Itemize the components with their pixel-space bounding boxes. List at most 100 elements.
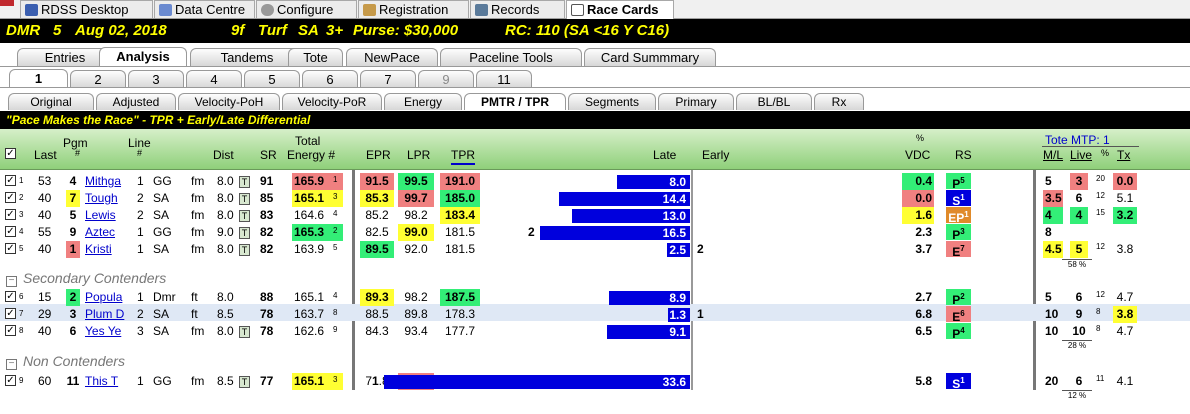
col-dist[interactable]: Dist (213, 148, 234, 162)
menu-icon[interactable] (0, 0, 14, 6)
section-secondary[interactable]: − Secondary Contenders (6, 270, 166, 287)
vdc-value: 3.7 (915, 242, 932, 256)
col-sr[interactable]: SR (260, 148, 277, 162)
row-index: 7 (19, 309, 24, 318)
turf-marker: T (239, 244, 250, 256)
col-epr[interactable]: EPR (366, 148, 391, 162)
tpr-value: 185.0 (440, 190, 480, 207)
row-checkbox[interactable]: ✓ (5, 175, 16, 186)
collapse-icon[interactable]: − (6, 359, 17, 370)
tab-horse-5[interactable]: 5 (244, 70, 300, 88)
row-checkbox[interactable]: ✓ (5, 209, 16, 220)
section-non-contenders[interactable]: − Non Contenders (6, 353, 125, 370)
morning-line-odds: 10 (1045, 307, 1059, 321)
select-all-checkbox[interactable]: ✓ (5, 148, 16, 159)
late-early-bar: 2.5 (667, 243, 690, 257)
tab-paceline-tools[interactable]: Paceline Tools (440, 48, 582, 66)
tab-pmtr-tpr[interactable]: PMTR / TPR (464, 93, 566, 110)
tab-records[interactable]: Records (470, 0, 565, 18)
tab-analysis[interactable]: Analysis (99, 47, 187, 66)
col-late[interactable]: Late (653, 148, 676, 162)
tab-energy[interactable]: Energy (384, 93, 462, 110)
epr-value: 84.3 (365, 324, 389, 338)
horse-name-link[interactable]: This T (85, 373, 127, 390)
row-checkbox[interactable]: ✓ (5, 243, 16, 254)
win-percent: 8 (1096, 324, 1101, 333)
program-number: 2 (66, 289, 80, 306)
tab-tote[interactable]: Tote (288, 48, 343, 66)
col-total[interactable]: Total (295, 134, 320, 148)
col-live[interactable]: Live (1070, 148, 1092, 162)
tab-velocity-por[interactable]: Velocity-PoR (282, 93, 382, 110)
horse-tab-row: 1 2 3 4 5 6 7 9 11 (0, 69, 1190, 88)
tab-horse-4[interactable]: 4 (186, 70, 242, 88)
tab-rx[interactable]: Rx (814, 93, 864, 110)
tab-velocity-poh[interactable]: Velocity-PoH (178, 93, 280, 110)
turf-marker: T (239, 376, 250, 388)
horse-name-link[interactable]: Popula (85, 289, 127, 306)
tab-card-summary[interactable]: Card Summmary (584, 48, 716, 66)
horse-name-link[interactable]: Plum D (85, 306, 127, 323)
tab-horse-3[interactable]: 3 (128, 70, 184, 88)
tab-data-centre[interactable]: Data Centre (154, 0, 255, 18)
tab-original[interactable]: Original (8, 93, 94, 110)
line-number: 1 (137, 290, 144, 304)
tab-horse-7[interactable]: 7 (360, 70, 416, 88)
col-early[interactable]: Early (702, 148, 729, 162)
tab-horse-1[interactable]: 1 (9, 69, 68, 87)
tab-newpace[interactable]: NewPace (346, 48, 438, 66)
horse-name-link[interactable]: Yes Ye (85, 323, 127, 340)
tab-horse-11[interactable]: 11 (476, 70, 532, 88)
tab-tandems[interactable]: Tandems (190, 48, 304, 66)
late-early-divider (691, 170, 693, 390)
horse-name-link[interactable]: Lewis (85, 207, 127, 224)
col-energy[interactable]: Energy # (287, 148, 335, 162)
tab-horse-2[interactable]: 2 (70, 70, 126, 88)
horse-name-link[interactable]: Mithga (85, 173, 127, 190)
tab-primary[interactable]: Primary (658, 93, 734, 110)
tab-horse-9[interactable]: 9 (418, 70, 474, 88)
lpr-value: 98.2 (404, 208, 428, 222)
track: SA (153, 208, 170, 222)
horse-name-link[interactable]: Tough (85, 190, 127, 207)
tab-horse-6[interactable]: 6 (302, 70, 358, 88)
tpr-value: 177.7 (444, 324, 476, 338)
tab-race-cards[interactable]: Race Cards (566, 0, 674, 19)
tab-rdss-desktop[interactable]: RDSS Desktop (20, 0, 153, 18)
surface: fm (191, 225, 205, 239)
row-checkbox[interactable]: ✓ (5, 375, 16, 386)
col-tx[interactable]: Tx (1117, 148, 1130, 162)
col-ml[interactable]: M/L (1043, 148, 1063, 162)
program-number: 5 (69, 208, 77, 222)
late-early-bar: 13.0 (572, 209, 690, 223)
col-lpr[interactable]: LPR (407, 148, 430, 162)
tab-bl-bl[interactable]: BL/BL (736, 93, 812, 110)
col-rs[interactable]: RS (955, 148, 972, 162)
epr-value: 85.3 (360, 190, 394, 207)
row-checkbox[interactable]: ✓ (5, 192, 16, 203)
collapse-icon[interactable]: − (6, 276, 17, 287)
distance: 8.5 (217, 307, 234, 321)
horse-name-link[interactable]: Aztec (85, 224, 127, 241)
speed-rating: 91 (260, 174, 274, 188)
row-checkbox[interactable]: ✓ (5, 226, 16, 237)
row-checkbox[interactable]: ✓ (5, 308, 16, 319)
program-number: 9 (69, 225, 77, 239)
tab-configure[interactable]: Configure (256, 0, 357, 18)
epr-value: 89.5 (360, 241, 394, 258)
col-tpr[interactable]: TPR (451, 148, 475, 165)
turf-marker: T (239, 326, 250, 338)
row-checkbox[interactable]: ✓ (5, 325, 16, 336)
surface: fm (191, 374, 205, 388)
energy-rank: 1 (333, 175, 338, 184)
last-days: 40 (38, 191, 52, 205)
col-last[interactable]: Last (34, 148, 57, 162)
tab-registration[interactable]: Registration (358, 0, 469, 18)
horse-icon (25, 4, 38, 16)
col-vdc[interactable]: VDC (905, 148, 930, 162)
horse-name-link[interactable]: Kristi (85, 241, 127, 258)
tab-segments[interactable]: Segments (568, 93, 656, 110)
tab-adjusted[interactable]: Adjusted (96, 93, 176, 110)
tpr-value: 187.5 (440, 289, 480, 306)
row-checkbox[interactable]: ✓ (5, 291, 16, 302)
